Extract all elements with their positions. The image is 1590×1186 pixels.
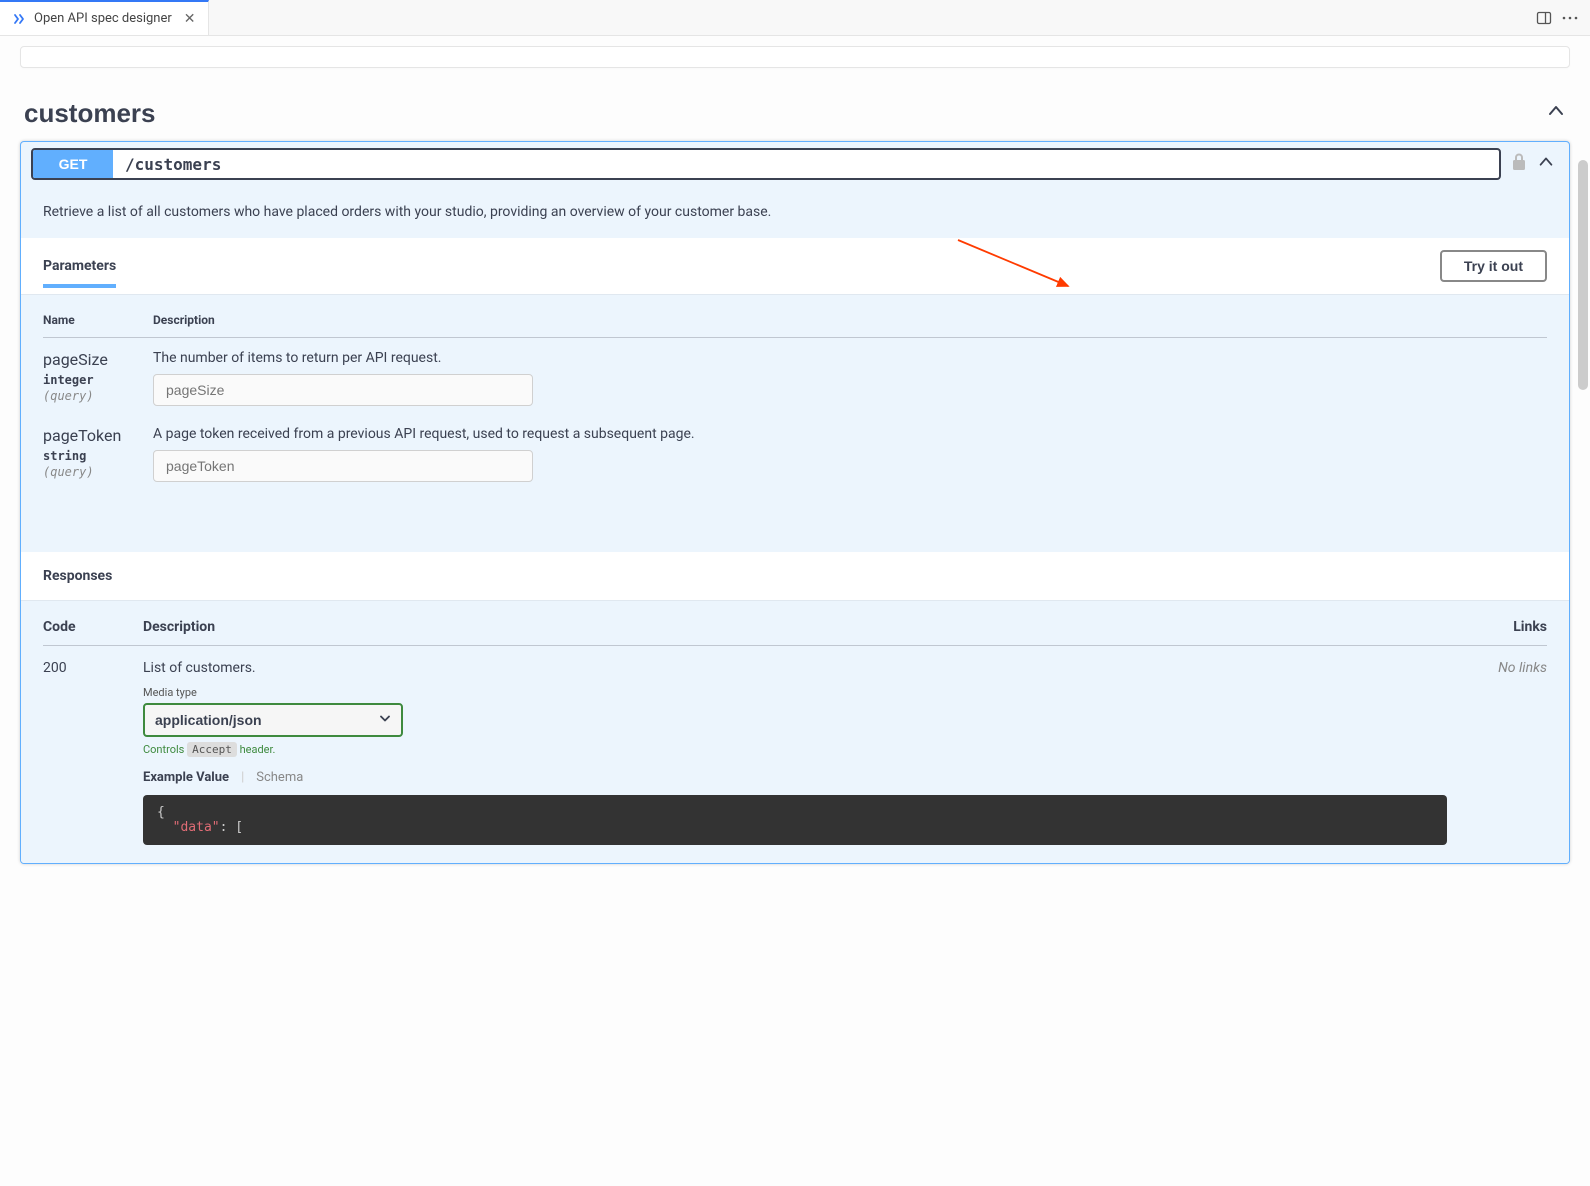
col-links: Links xyxy=(1447,619,1547,635)
param-in: (query) xyxy=(43,465,143,479)
controls-note: Controls Accept header. xyxy=(143,743,1447,756)
schema-tab[interactable]: Schema xyxy=(256,770,303,785)
endpoint-header[interactable]: GET /customers xyxy=(21,142,1569,186)
editor-tab-bar: Open API spec designer ✕ xyxy=(0,0,1590,36)
section-header[interactable]: customers xyxy=(20,98,1570,129)
toolbar-right xyxy=(1536,10,1590,26)
main-content: customers GET /customers Retrieve a list… xyxy=(0,36,1590,864)
parameters-table: Name Description pageSize integer (query… xyxy=(21,295,1569,552)
endpoint-description: Retrieve a list of all customers who hav… xyxy=(21,186,1569,238)
endpoint-block: GET /customers Retrieve a list of all cu… xyxy=(20,141,1570,864)
tab-title: Open API spec designer xyxy=(34,11,172,26)
method-path-box: GET /customers xyxy=(31,148,1501,180)
endpoint-header-icons xyxy=(1511,152,1559,176)
param-desc-col: A page token received from a previous AP… xyxy=(153,426,1547,482)
param-type: integer xyxy=(43,373,143,387)
col-description: Description xyxy=(143,619,1447,635)
response-description: List of customers. xyxy=(143,660,1447,676)
endpoint-path: /customers xyxy=(113,155,233,174)
scrollbar[interactable] xyxy=(1578,160,1588,390)
param-desc-col: The number of items to return per API re… xyxy=(153,350,1547,406)
response-links: No links xyxy=(1447,660,1547,845)
lock-icon[interactable] xyxy=(1511,153,1527,176)
api-icon xyxy=(12,12,26,26)
param-row: pageToken string (query) A page token re… xyxy=(43,426,1547,482)
collapsed-block[interactable] xyxy=(20,46,1570,68)
response-desc-col: List of customers. Media type applicatio… xyxy=(143,660,1447,845)
response-code: 200 xyxy=(43,660,143,845)
example-tabs: Example Value | Schema xyxy=(143,770,1447,785)
col-code: Code xyxy=(43,619,143,635)
tab-divider: | xyxy=(241,770,244,785)
section-title: customers xyxy=(24,98,156,129)
editor-tab[interactable]: Open API spec designer ✕ xyxy=(0,0,209,35)
controls-suffix: header. xyxy=(240,743,276,756)
table-header: Name Description xyxy=(43,313,1547,338)
param-name-col: pageSize integer (query) xyxy=(43,350,153,403)
code-example[interactable]: { "data": [ xyxy=(143,795,1447,845)
response-row: 200 List of customers. Media type applic… xyxy=(43,660,1547,845)
close-icon[interactable]: ✕ xyxy=(184,11,196,27)
chevron-up-icon[interactable] xyxy=(1537,152,1555,176)
param-type: string xyxy=(43,449,143,463)
responses-heading: Responses xyxy=(21,552,1569,601)
param-description: A page token received from a previous AP… xyxy=(153,426,1547,442)
param-description: The number of items to return per API re… xyxy=(153,350,1547,366)
parameters-tab[interactable]: Parameters xyxy=(43,258,116,288)
method-badge: GET xyxy=(33,150,113,178)
param-name: pageToken xyxy=(43,426,143,445)
responses-header--header: Code Description Links xyxy=(43,619,1547,646)
try-it-out-button[interactable]: Try it out xyxy=(1440,250,1547,282)
responses-table: Code Description Links 200 List of custo… xyxy=(21,601,1569,863)
param-row: pageSize integer (query) The number of i… xyxy=(43,350,1547,406)
col-name: Name xyxy=(43,313,153,327)
example-value-tab[interactable]: Example Value xyxy=(143,770,229,785)
more-icon[interactable] xyxy=(1562,10,1578,26)
param-input[interactable] xyxy=(153,450,533,482)
accept-badge: Accept xyxy=(187,742,237,757)
chevron-up-icon[interactable] xyxy=(1546,101,1566,126)
param-input[interactable] xyxy=(153,374,533,406)
media-type-select-wrap: application/json xyxy=(143,703,403,737)
param-in: (query) xyxy=(43,389,143,403)
media-type-select[interactable]: application/json xyxy=(143,703,403,737)
param-name-col: pageToken string (query) xyxy=(43,426,153,479)
parameters-header: Parameters Try it out xyxy=(21,238,1569,295)
col-description: Description xyxy=(153,313,1547,327)
controls-prefix: Controls xyxy=(143,743,184,756)
media-type-label: Media type xyxy=(143,686,1447,699)
split-panel-icon[interactable] xyxy=(1536,10,1552,26)
param-name: pageSize xyxy=(43,350,143,369)
code-key: "data" xyxy=(173,820,220,835)
